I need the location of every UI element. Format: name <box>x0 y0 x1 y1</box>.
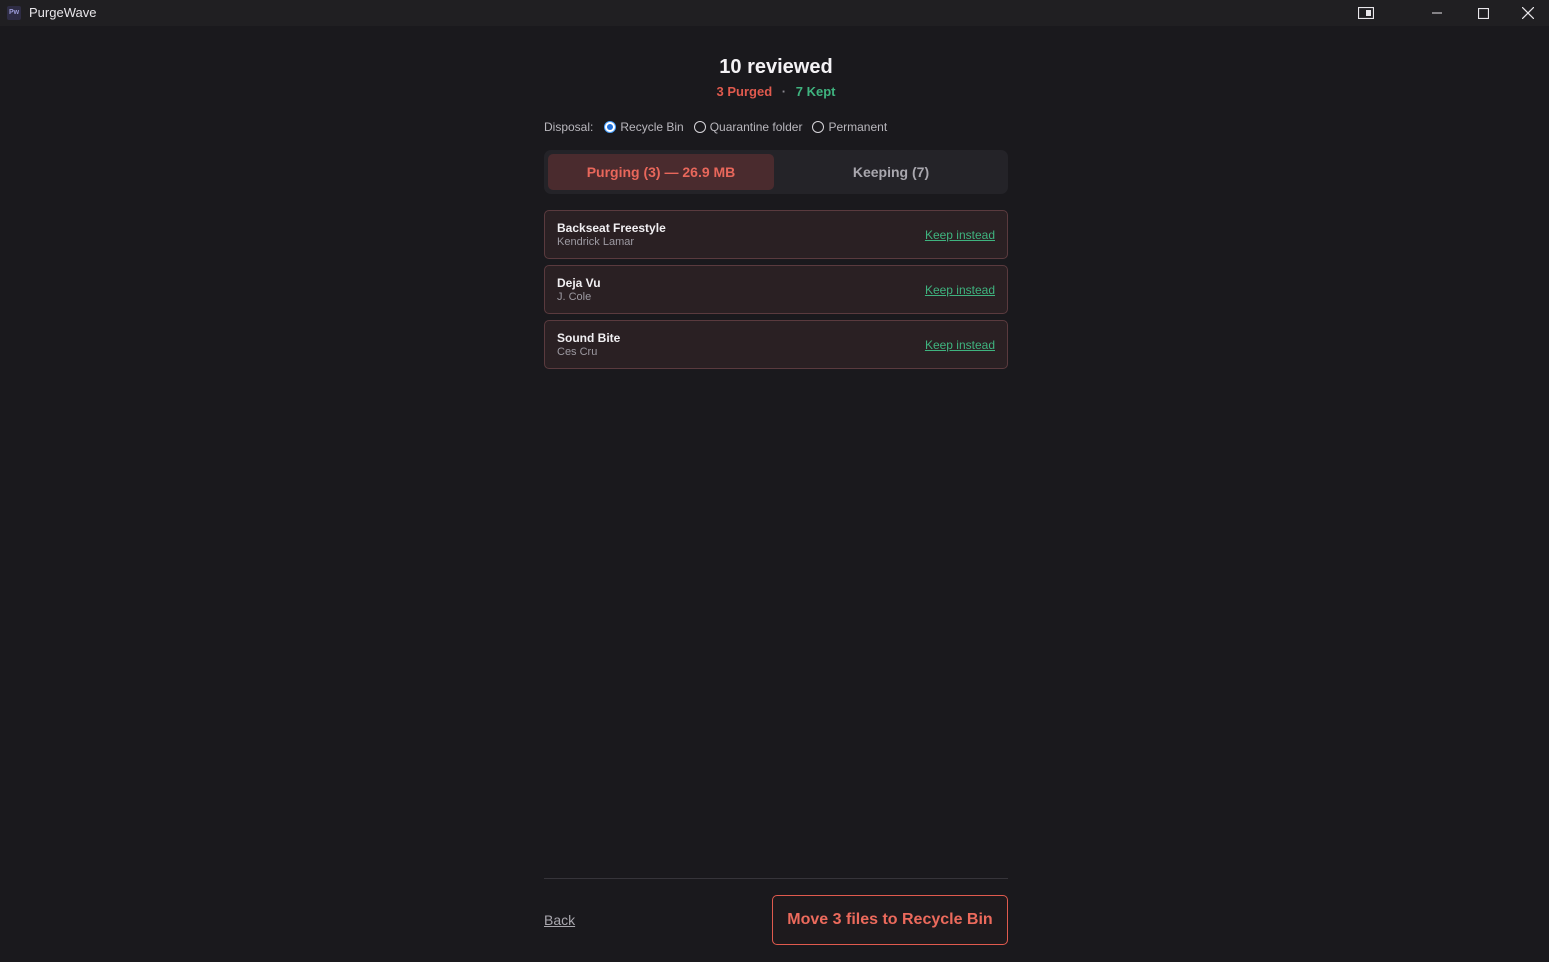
purge-list: Backseat Freestyle Kendrick Lamar Keep i… <box>544 210 1008 375</box>
back-link[interactable]: Back <box>544 912 575 928</box>
disposal-label: Disposal: <box>544 120 594 134</box>
keep-instead-link[interactable]: Keep instead <box>925 283 995 297</box>
review-panel: 10 reviewed 3 Purged · 7 Kept Disposal: … <box>544 26 1008 962</box>
move-to-recycle-bin-button[interactable]: Move 3 files to Recycle Bin <box>772 895 1008 945</box>
radio-label-quarantine-folder: Quarantine folder <box>709 120 803 134</box>
disposal-option-quarantine-folder[interactable]: Quarantine folder <box>693 120 803 134</box>
radio-permanent[interactable] <box>812 121 825 133</box>
footer-divider <box>544 878 1008 879</box>
track-title: Backseat Freestyle <box>557 221 666 235</box>
list-item: Sound Bite Ces Cru Keep instead <box>544 320 1008 369</box>
track-artist: Ces Cru <box>557 346 598 358</box>
app-title: PurgeWave <box>29 5 97 20</box>
tab-purging[interactable]: Purging (3) — 26.9 MB <box>548 154 774 190</box>
summary-separator: · <box>781 84 787 99</box>
title-bar: Pw PurgeWave <box>0 0 1549 26</box>
radio-recycle-bin[interactable] <box>604 121 617 133</box>
kept-count: 7 Kept <box>795 84 836 99</box>
radio-label-recycle-bin: Recycle Bin <box>620 120 684 134</box>
disposal-options: Disposal: Recycle Bin Quarantine folder … <box>544 119 897 135</box>
purged-count: 3 Purged <box>716 84 773 99</box>
list-item: Deja Vu J. Cole Keep instead <box>544 265 1008 314</box>
disposal-option-permanent[interactable]: Permanent <box>812 120 887 134</box>
maximize-icon[interactable] <box>1461 0 1505 26</box>
snap-layout-icon[interactable] <box>1344 0 1388 26</box>
radio-quarantine-folder[interactable] <box>693 121 706 133</box>
radio-label-permanent: Permanent <box>828 120 888 134</box>
track-artist: Kendrick Lamar <box>557 236 635 248</box>
keep-instead-link[interactable]: Keep instead <box>925 338 995 352</box>
track-artist: J. Cole <box>557 291 592 303</box>
tab-keeping[interactable]: Keeping (7) <box>778 154 1004 190</box>
keep-instead-link[interactable]: Keep instead <box>925 228 995 242</box>
tab-bar: Purging (3) — 26.9 MB Keeping (7) <box>544 150 1008 194</box>
track-title: Sound Bite <box>557 331 621 345</box>
list-item: Backseat Freestyle Kendrick Lamar Keep i… <box>544 210 1008 259</box>
track-title: Deja Vu <box>557 276 601 290</box>
minimize-icon[interactable] <box>1415 0 1459 26</box>
app-logo-icon: Pw <box>7 6 21 20</box>
disposal-option-recycle-bin[interactable]: Recycle Bin <box>604 120 684 134</box>
review-summary: 3 Purged · 7 Kept <box>544 84 1008 99</box>
close-icon[interactable] <box>1506 0 1549 26</box>
page-title: 10 reviewed <box>719 56 833 78</box>
